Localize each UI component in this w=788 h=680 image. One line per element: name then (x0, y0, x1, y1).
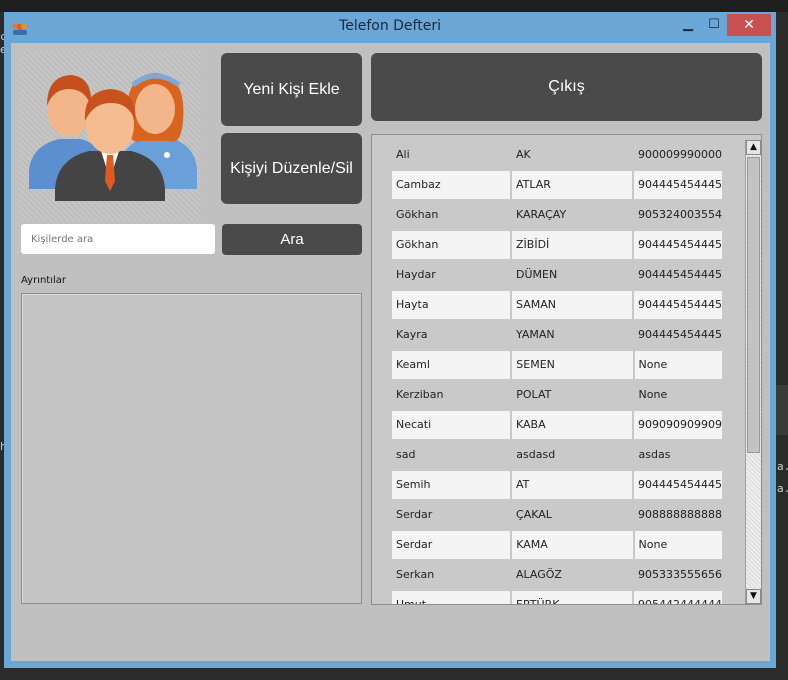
contact-last-name: KAMA (512, 531, 633, 559)
contact-phone: 909090909909 (634, 411, 722, 439)
contact-first-name: Keaml (392, 351, 511, 379)
contacts-group-icon (19, 51, 201, 221)
contact-first-name: Cambaz (392, 171, 511, 199)
contact-last-name: AK (516, 148, 531, 161)
contact-last-name: ZİBİDİ (512, 231, 633, 259)
table-row[interactable]: Kerziban POLAT None (392, 381, 722, 411)
contact-last-name: SAMAN (512, 291, 633, 319)
details-text-area[interactable] (21, 293, 362, 604)
contact-last-name: AT (512, 471, 633, 499)
background-code-mark: a. (777, 460, 788, 473)
contact-phone: 904445454445 (634, 171, 722, 199)
details-label: Ayrıntılar (21, 275, 67, 286)
add-contact-button[interactable]: Yeni Kişi Ekle (221, 53, 362, 126)
search-button[interactable]: Ara (222, 224, 362, 255)
contact-first-name: Necati (392, 411, 511, 439)
contact-last-name: DÜMEN (516, 268, 558, 281)
table-row[interactable]: Cambaz ATLAR 904445454445 (392, 171, 722, 201)
contact-last-name: SEMEN (512, 351, 633, 379)
table-row[interactable]: Umut ERTÜRK 905442444444 (392, 591, 722, 604)
contact-last-name: KARAÇAY (516, 208, 567, 221)
window-title: Telefon Defteri (339, 18, 441, 34)
contact-last-name: POLAT (516, 388, 552, 401)
contact-last-name: ÇAKAL (516, 508, 552, 521)
contact-first-name: Kayra (396, 328, 428, 341)
table-row[interactable]: sad asdasd asdas (392, 441, 722, 471)
contact-last-name: ATLAR (512, 171, 633, 199)
contact-first-name: Gökhan (396, 208, 439, 221)
contact-first-name: Gökhan (392, 231, 511, 259)
table-row[interactable]: Serdar KAMA None (392, 531, 722, 561)
contact-last-name: YAMAN (516, 328, 555, 341)
contact-last-name: asdasd (516, 448, 556, 461)
contact-first-name: Kerziban (396, 388, 444, 401)
contact-phone: 904445454445 (638, 268, 722, 281)
scroll-up-arrow-icon[interactable]: ▲ (746, 140, 761, 155)
contact-phone: asdas (638, 448, 671, 461)
edit-delete-contact-button[interactable]: Kişiyi Düzenle/Sil (221, 133, 362, 204)
window-client-area: Yeni Kişi Ekle Kişiyi Düzenle/Sil Çıkış … (11, 43, 770, 661)
contact-phone: None (638, 388, 668, 401)
background-code-mark: a. (777, 482, 788, 495)
table-row[interactable]: Serkan ALAGÖZ 905333555656 (392, 561, 722, 591)
contacts-table[interactable]: Ali AK 900009990000 Cambaz ATLAR 904445454445… (371, 134, 762, 605)
contact-first-name: sad (396, 448, 416, 461)
exit-button[interactable]: Çıkış (371, 53, 762, 121)
contact-first-name: Serdar (396, 508, 433, 521)
contact-last-name: ALAGÖZ (516, 568, 562, 581)
contact-first-name: Ali (396, 148, 410, 161)
table-row[interactable]: Kayra YAMAN 904445454445 (392, 321, 722, 351)
contact-first-name: Semih (392, 471, 511, 499)
contact-phone: 908888888888 (638, 508, 722, 521)
contact-phone: 900009990000 (638, 148, 722, 161)
contact-phone: 904445454445 (634, 231, 722, 259)
table-row[interactable]: Haydar DÜMEN 904445454445 (392, 261, 722, 291)
contact-phone: 905442444444 (634, 591, 722, 604)
contact-first-name: Serdar (392, 531, 511, 559)
contact-phone: 904445454445 (634, 471, 722, 499)
table-row[interactable]: Ali AK 900009990000 (392, 141, 722, 171)
contact-first-name: Haydar (396, 268, 436, 281)
scrollbar-thumb[interactable] (747, 157, 760, 453)
table-row[interactable]: Keaml SEMEN None (392, 351, 722, 381)
contact-phone: 905333555656 (638, 568, 722, 581)
table-row[interactable]: Necati KABA 909090909909 (392, 411, 722, 441)
table-row[interactable]: Gökhan KARAÇAY 905324003554 (392, 201, 722, 231)
contact-first-name: Umut (392, 591, 511, 604)
table-row[interactable]: Semih AT 904445454445 (392, 471, 722, 501)
contact-phone: 904445454445 (638, 328, 722, 341)
maximize-button[interactable]: ☐ (702, 14, 726, 36)
scroll-down-arrow-icon[interactable]: ▼ (746, 589, 761, 604)
contact-phone: 904445454445 (634, 291, 722, 319)
contact-phone: None (634, 351, 722, 379)
table-row[interactable]: Gökhan ZİBİDİ 904445454445 (392, 231, 722, 261)
contact-phone: None (634, 531, 722, 559)
table-row[interactable]: Serdar ÇAKAL 908888888888 (392, 501, 722, 531)
contact-first-name: Hayta (392, 291, 511, 319)
search-input[interactable] (21, 224, 215, 254)
contact-first-name: Serkan (396, 568, 435, 581)
table-row[interactable]: Hayta SAMAN 904445454445 (392, 291, 722, 321)
contact-last-name: KABA (512, 411, 633, 439)
contact-last-name: ERTÜRK (512, 591, 633, 604)
vertical-scrollbar[interactable]: ▲ ▼ (745, 140, 761, 604)
close-button[interactable]: ✕ (727, 14, 771, 36)
background-editor-top (0, 0, 788, 12)
minimize-button[interactable]: ▁ (676, 14, 700, 36)
title-bar[interactable]: Telefon Defteri ▁ ☐ ✕ (4, 12, 776, 42)
phonebook-window: Telefon Defteri ▁ ☐ ✕ Yeni Kişi Ekle Kiş… (4, 12, 776, 668)
contact-phone: 905324003554 (638, 208, 722, 221)
contacts-table-body: Ali AK 900009990000 Cambaz ATLAR 904445454445… (392, 141, 722, 604)
